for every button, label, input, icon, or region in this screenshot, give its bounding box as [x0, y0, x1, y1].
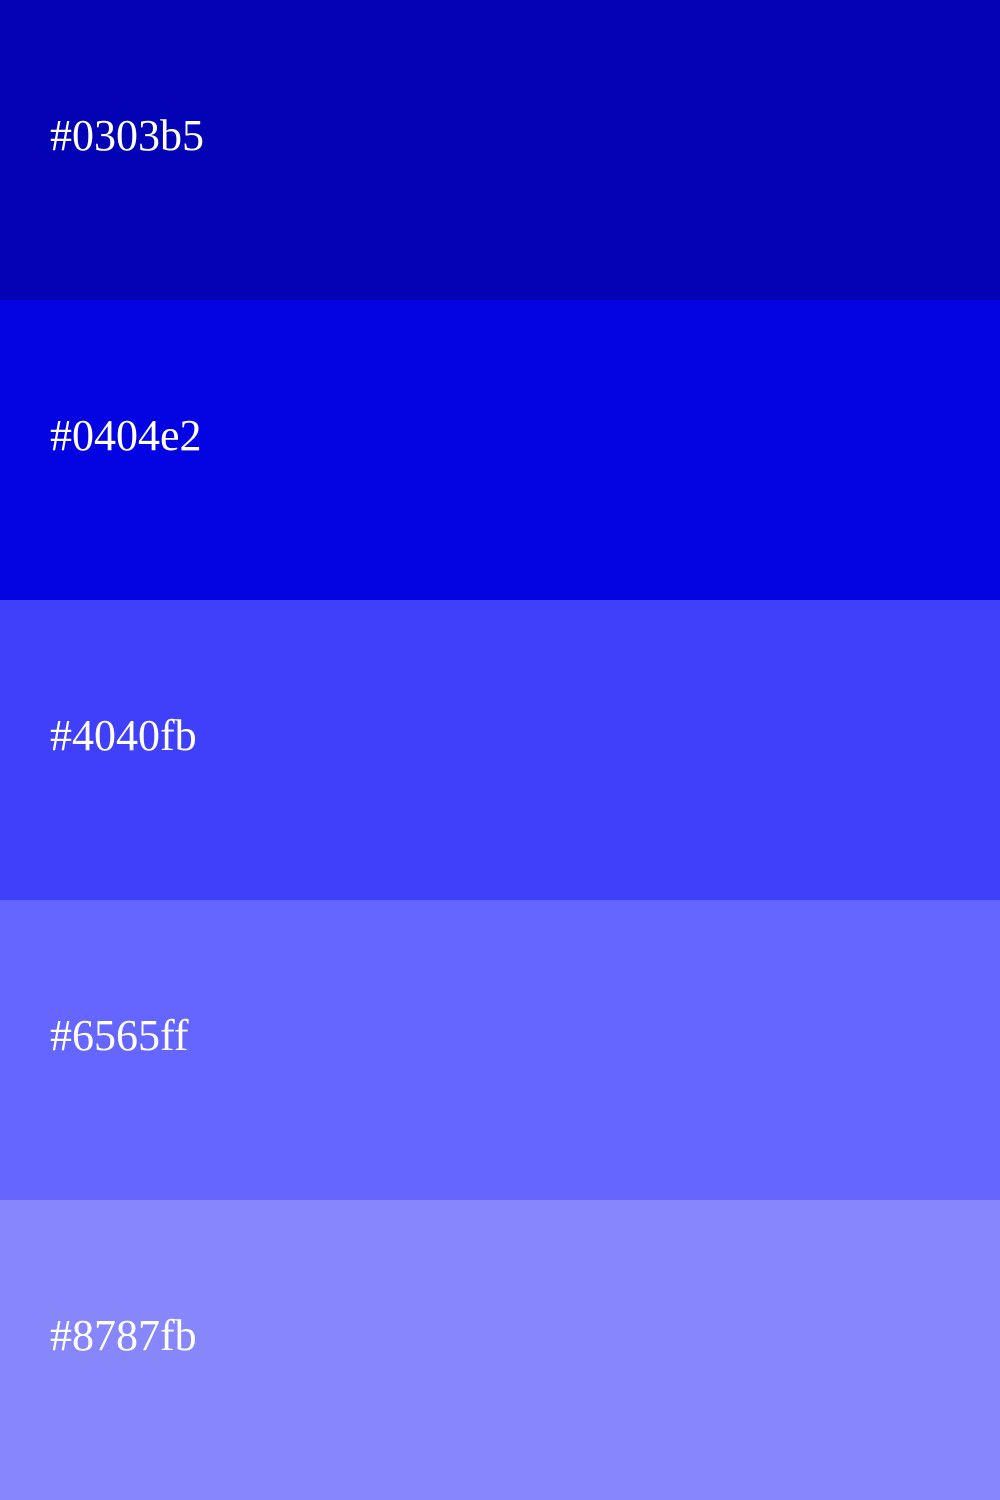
color-swatch: #0404e2: [0, 300, 1000, 600]
swatch-hex-label: #4040fb: [50, 711, 197, 760]
color-palette: #0303b5 #0404e2 #4040fb #6565ff #8787fb: [0, 0, 1000, 1500]
swatch-hex-label: #8787fb: [50, 1311, 197, 1360]
color-swatch: #0303b5: [0, 0, 1000, 300]
swatch-hex-label: #0404e2: [50, 411, 202, 460]
color-swatch: #4040fb: [0, 600, 1000, 900]
swatch-hex-label: #6565ff: [50, 1011, 189, 1060]
color-swatch: #8787fb: [0, 1200, 1000, 1500]
color-swatch: #6565ff: [0, 900, 1000, 1200]
swatch-hex-label: #0303b5: [50, 111, 204, 160]
